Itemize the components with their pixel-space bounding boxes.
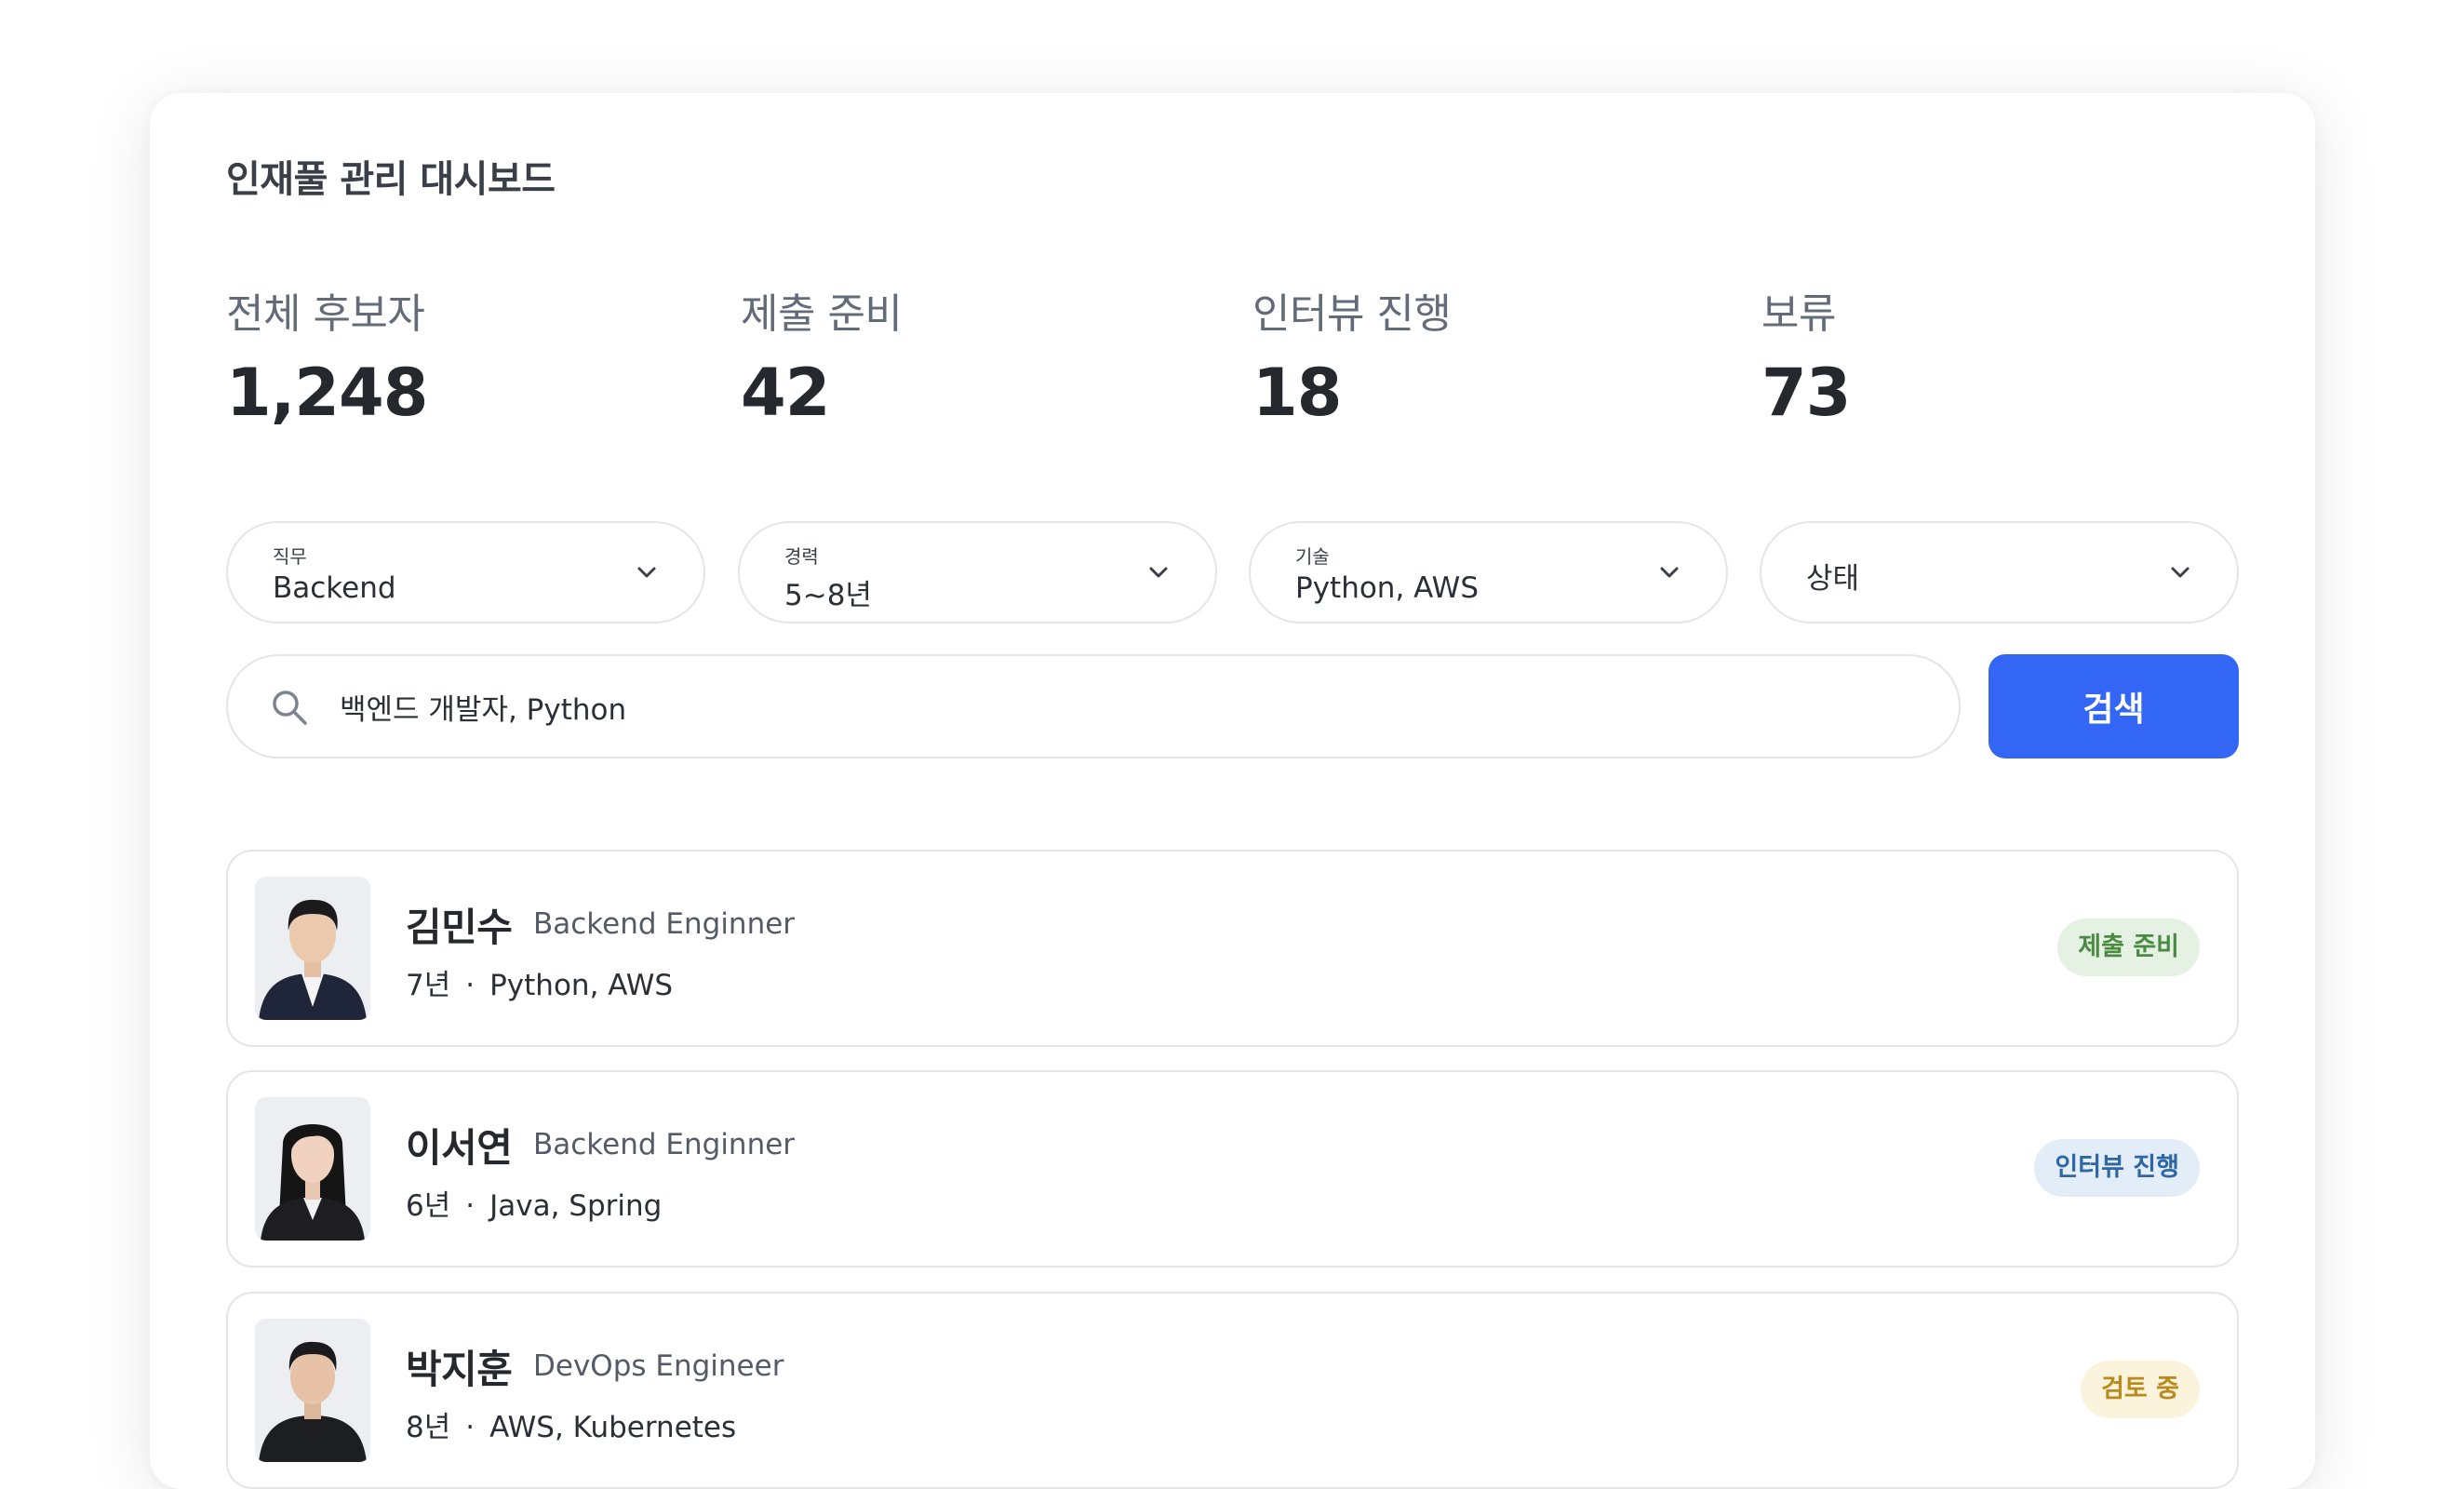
dashboard-card [150, 93, 2315, 1489]
filter-value: 5~8년 [784, 579, 872, 612]
chevron-down-icon [637, 567, 656, 578]
meta-separator: · [465, 1411, 475, 1444]
filter-value: 상태 [1806, 562, 1860, 596]
status-badge: 검토 중 [2081, 1361, 2200, 1418]
candidate-role: Backend Enginner [533, 1128, 796, 1161]
stat-total-candidates: 전체 후보자 1,248 [226, 287, 428, 431]
filter-label: 기술 [1295, 545, 1330, 568]
candidate-skills: Java, Spring [489, 1189, 663, 1223]
filter-label: 경력 [784, 545, 819, 568]
stat-value: 18 [1252, 355, 1342, 431]
stat-label: 보류 [1761, 290, 1836, 338]
filter-label: 직무 [273, 545, 307, 568]
candidate-card[interactable]: 김민수 Backend Enginner 7년 · Python, AWS 제출 준… [226, 850, 2239, 1047]
stat-interviewing: 인터뷰 진행 18 [1252, 287, 1452, 431]
candidate-years: 6년 [406, 1189, 451, 1223]
avatar [255, 1097, 370, 1241]
chevron-down-icon [1149, 567, 1168, 578]
stat-value: 73 [1761, 355, 1851, 431]
stat-label: 인터뷰 진행 [1252, 290, 1452, 338]
candidate-meta: 7년 · Python, AWS [406, 961, 673, 1003]
meta-separator: · [465, 969, 475, 1002]
candidate-skills: Python, AWS [489, 969, 674, 1002]
candidate-card[interactable]: 이서연 Backend Enginner 6년 · Java, Spring 인터뷰… [226, 1070, 2239, 1268]
candidate-name: 이서연 [406, 1125, 513, 1171]
candidate-name: 박지훈 [406, 1347, 513, 1392]
chevron-down-icon [2171, 567, 2189, 578]
candidate-meta: 8년 · AWS, Kubernetes [406, 1403, 736, 1445]
candidate-years: 7년 [406, 969, 451, 1002]
stat-label: 제출 준비 [741, 290, 903, 338]
candidate-skills: AWS, Kubernetes [489, 1411, 737, 1444]
chevron-down-icon [1660, 567, 1679, 578]
filter-job-select[interactable]: 직무 Backend [226, 521, 705, 624]
candidate-meta: 6년 · Java, Spring [406, 1182, 662, 1224]
candidate-card[interactable]: 박지훈 DevOps Engineer 8년 · AWS, Kubernetes 검… [226, 1292, 2239, 1489]
filter-value: Backend [273, 571, 396, 605]
filter-skills-select[interactable]: 기술 Python, AWS [1249, 521, 1728, 624]
status-badge: 인터뷰 진행 [2034, 1139, 2200, 1197]
search-icon [273, 691, 307, 725]
candidate-years: 8년 [406, 1411, 451, 1444]
search-box [226, 654, 1961, 758]
search-button[interactable]: 검색 [1989, 654, 2239, 758]
status-badge: 제출 준비 [2057, 919, 2200, 976]
candidate-role: Backend Enginner [533, 907, 796, 941]
filter-status-select[interactable]: 상태 [1760, 521, 2239, 624]
stat-value: 1,248 [226, 355, 428, 431]
stat-on-hold: 보류 73 [1761, 287, 1851, 431]
avatar [255, 877, 370, 1020]
candidate-role: DevOps Engineer [533, 1349, 784, 1383]
stat-label: 전체 후보자 [226, 290, 425, 338]
search-input[interactable] [340, 680, 1828, 732]
meta-separator: · [465, 1189, 475, 1223]
filter-experience-select[interactable]: 경력 5~8년 [738, 521, 1217, 624]
stat-ready-to-submit: 제출 준비 42 [741, 287, 903, 431]
candidate-name: 김민수 [406, 905, 513, 950]
filter-value: Python, AWS [1295, 571, 1480, 605]
stat-value: 42 [741, 355, 830, 431]
page-title: 인재풀 관리 대시보드 [226, 158, 556, 201]
avatar [255, 1319, 370, 1462]
